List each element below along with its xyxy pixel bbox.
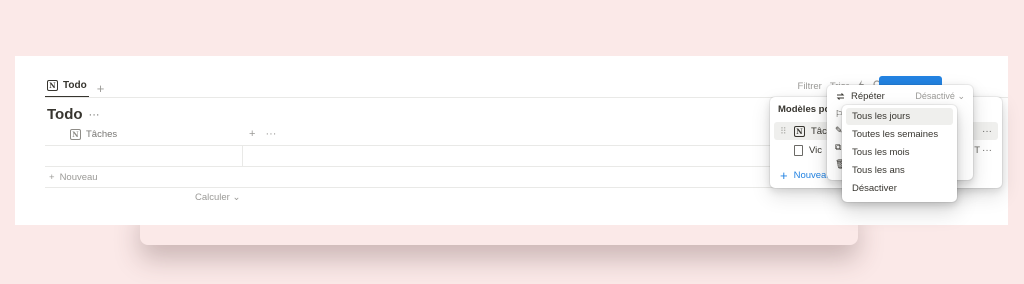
column-name-label: Tâches xyxy=(86,129,118,140)
repeat-value[interactable]: Désactivé ⌄ xyxy=(915,91,965,102)
new-row-label: Nouveau xyxy=(59,172,98,183)
new-row-button[interactable]: + Nouveau xyxy=(49,172,98,183)
calculate-label: Calculer xyxy=(195,192,230,203)
repeat-options-menu: Tous les jours Toutes les semaines Tous … xyxy=(842,105,957,202)
column-name-header[interactable]: N Tâches xyxy=(70,129,117,140)
repeat-label: Répéter xyxy=(851,91,885,102)
plus-icon: + xyxy=(49,172,55,183)
more-icon[interactable]: ··· xyxy=(982,145,992,156)
repeat-option-disable[interactable]: Désactiver xyxy=(846,180,953,197)
templates-menu-title: Modèles po xyxy=(778,104,831,115)
repeat-row[interactable]: Répéter Désactivé ⌄ xyxy=(831,88,969,105)
trailing-char: T xyxy=(974,144,980,156)
add-view-icon[interactable]: + xyxy=(97,82,105,95)
template-label: Tâc xyxy=(811,125,827,137)
repeat-value-text: Désactivé xyxy=(915,91,955,101)
table-header: N Tâches + ··· xyxy=(45,126,785,146)
calculate-button[interactable]: Calculer ⌄ xyxy=(195,192,240,203)
filter-button[interactable]: Filtrer xyxy=(798,81,822,92)
repeat-option-weekly[interactable]: Toutes les semaines xyxy=(846,126,953,143)
notion-icon: N xyxy=(794,125,805,137)
title-text: Todo xyxy=(47,106,83,123)
tab-todo[interactable]: N Todo xyxy=(45,78,89,98)
tab-label: Todo xyxy=(63,79,87,91)
document-icon xyxy=(794,144,803,156)
table-row[interactable] xyxy=(45,146,785,167)
repeat-option-monthly[interactable]: Tous les mois xyxy=(846,144,953,161)
more-icon[interactable]: ··· xyxy=(89,109,100,121)
plus-icon: + xyxy=(780,168,788,183)
column-actions: + ··· xyxy=(249,128,276,140)
chevron-down-icon: ⌄ xyxy=(957,91,965,101)
add-column-icon[interactable]: + xyxy=(249,128,255,140)
column-more-icon[interactable]: ··· xyxy=(265,128,276,140)
repeat-option-daily[interactable]: Tous les jours xyxy=(846,108,953,125)
new-template-button[interactable]: + Nouveau xyxy=(780,169,832,182)
drag-handle-icon[interactable]: ⠿ xyxy=(780,126,790,137)
repeat-option-yearly[interactable]: Tous les ans xyxy=(846,162,953,179)
view-tabs: N Todo + xyxy=(45,78,104,98)
repeat-icon xyxy=(835,91,846,102)
notion-icon: N xyxy=(70,129,81,140)
table-bottom-divider xyxy=(45,187,785,188)
template-label: Vic xyxy=(809,144,823,156)
chevron-down-icon: ⌄ xyxy=(232,192,241,203)
cell-divider xyxy=(242,146,243,166)
page-title: Todo ··· xyxy=(47,106,100,123)
more-icon[interactable]: ··· xyxy=(982,126,992,137)
new-template-label: Nouveau xyxy=(793,170,832,181)
notion-database-icon: N xyxy=(47,79,58,91)
duplicate-icon: ⧉ xyxy=(835,142,842,152)
